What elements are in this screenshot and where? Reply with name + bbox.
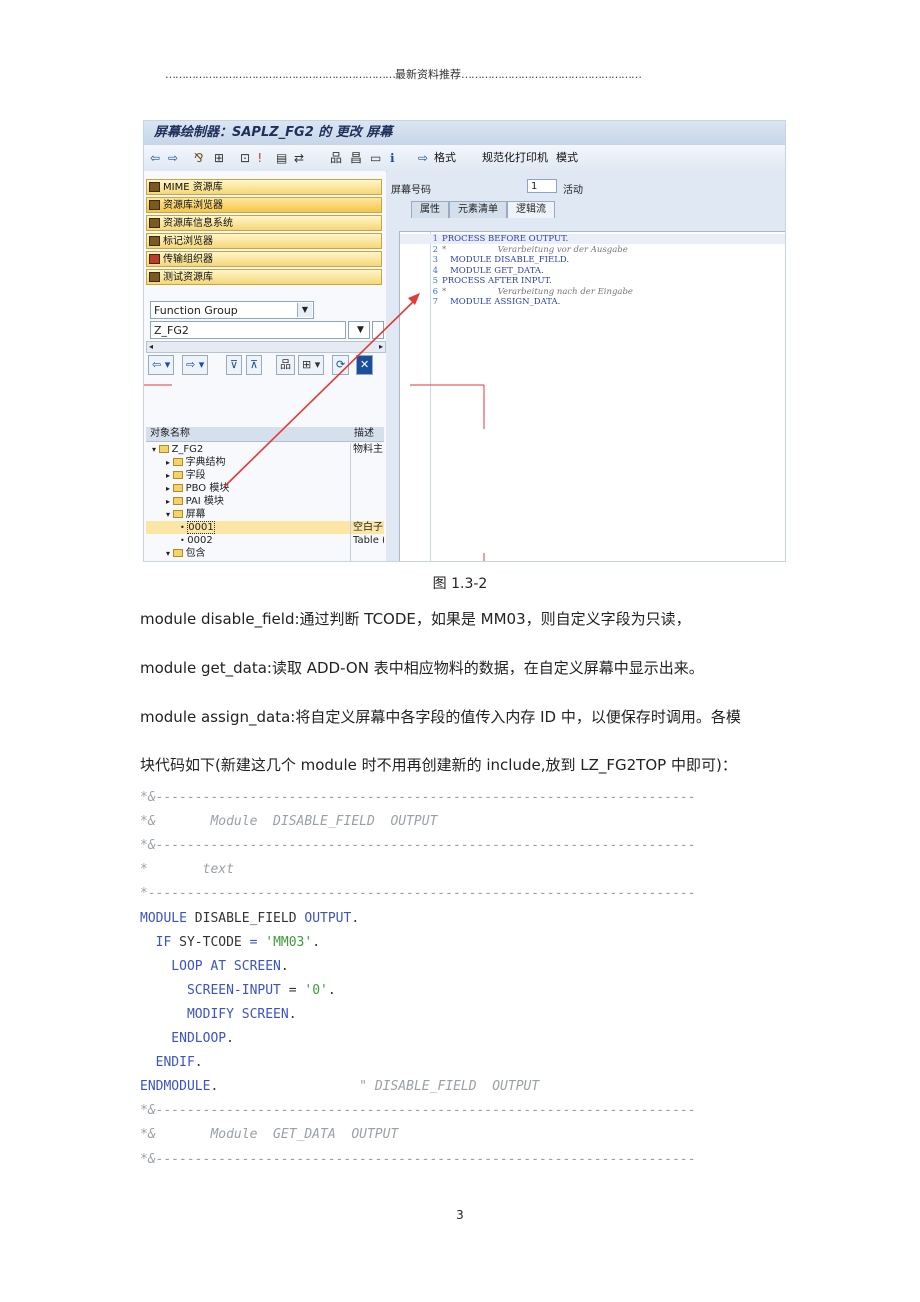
code-line: IF SY-TCODE = 'MM03'. (140, 935, 320, 950)
page-number: 3 (456, 1208, 464, 1222)
sap-screenshot: 屏幕绘制器：SAPLZ_FG2 的 更改 屏幕 ⇦ ⇨ ⅋ ⊞ ⊡ ǃ ▤ ⇄ … (143, 120, 786, 562)
annotation-arrow-line (223, 298, 417, 488)
header-dots-right: ……………………………………………… (461, 68, 642, 81)
code-line: MODIFY SCREEN. (140, 1007, 297, 1022)
annotation-arrowhead (408, 293, 420, 305)
code-text: . (226, 1031, 234, 1046)
code-comment: *& Module DISABLE_FIELD OUTPUT (140, 814, 438, 830)
figure-caption: 图 1.3-2 (432, 576, 488, 592)
code-line: ENDIF. (140, 1055, 203, 1070)
code-line: *&--------------------------------------… (140, 838, 696, 853)
page-header: ……………………………………………………………最新资料推荐……………………………… (165, 66, 755, 82)
paragraph: module get_data:读取 ADD-ON 表中相应物料的数据，在自定义… (140, 659, 704, 677)
header-dots-left: …………………………………………………………… (165, 68, 396, 81)
code-text: = (280, 982, 305, 998)
code-line: SCREEN-INPUT = '0'. (140, 983, 336, 998)
code-keyword: ENDMODULE (140, 1079, 211, 1095)
code-string: 'MM03' (257, 934, 313, 950)
code-text: . (288, 1006, 297, 1022)
code-comment: *&--------------------------------------… (140, 838, 696, 854)
code-text: . (312, 934, 321, 950)
code-comment: *&--------------------------------------… (140, 1151, 696, 1167)
code-text: DISABLE_FIELD (186, 910, 305, 926)
code-keyword: LOOP AT SCREEN (140, 958, 281, 974)
code-keyword: ENDLOOP (140, 1031, 227, 1046)
code-keyword: SCREEN-INPUT (140, 982, 281, 998)
code-comment: *&--------------------------------------… (140, 1103, 696, 1119)
code-keyword: OUTPUT (304, 910, 352, 926)
code-text: . (327, 982, 336, 998)
code-text: SY-TCODE (171, 934, 250, 950)
code-comment: *&--------------------------------------… (140, 790, 696, 805)
code-text: . (351, 910, 360, 926)
code-text: . (210, 1079, 360, 1095)
paragraph: 块代码如下(新建这几个 module 时不用再创建新的 include,放到 L… (140, 756, 737, 774)
paragraph: module assign_data:将自定义屏幕中各字段的值传入内存 ID 中… (140, 708, 741, 726)
code-line: ENDLOOP. (140, 1031, 234, 1046)
code-keyword: MODULE (140, 910, 187, 926)
code-line: *&--------------------------------------… (140, 1152, 696, 1167)
code-line: *&--------------------------------------… (140, 790, 696, 805)
code-line: * text (140, 862, 234, 877)
annotation-overlay (144, 293, 485, 561)
tree-node-label: LZ_FG2TOP (187, 561, 244, 562)
code-comment: * text (140, 862, 234, 878)
code-keyword: MODIFY SCREEN (140, 1006, 289, 1022)
code-string: '0' (304, 982, 328, 998)
code-line: ENDMODULE. " DISABLE_FIELD OUTPUT (140, 1079, 539, 1094)
paragraph: module disable_field:通过判断 TCODE，如果是 MM03… (140, 610, 691, 628)
code-keyword: IF (140, 934, 172, 950)
code-comment: *& Module GET_DATA OUTPUT (140, 1127, 399, 1143)
code-comment: " DISABLE_FIELD OUTPUT (359, 1079, 540, 1095)
code-line: LOOP AT SCREEN. (140, 958, 289, 974)
code-line: *&--------------------------------------… (140, 1103, 696, 1118)
code-text: . (194, 1055, 203, 1071)
code-line: *---------------------------------------… (140, 886, 696, 901)
header-title: 最新资料推荐 (395, 68, 461, 81)
code-text: . (280, 958, 289, 974)
code-line: MODULE DISABLE_FIELD OUTPUT. (140, 911, 359, 926)
code-line: *& Module GET_DATA OUTPUT (140, 1127, 398, 1142)
code-line: *& Module DISABLE_FIELD OUTPUT (140, 814, 437, 829)
code-comment: *---------------------------------------… (140, 886, 696, 902)
code-keyword: ENDIF (140, 1055, 195, 1071)
